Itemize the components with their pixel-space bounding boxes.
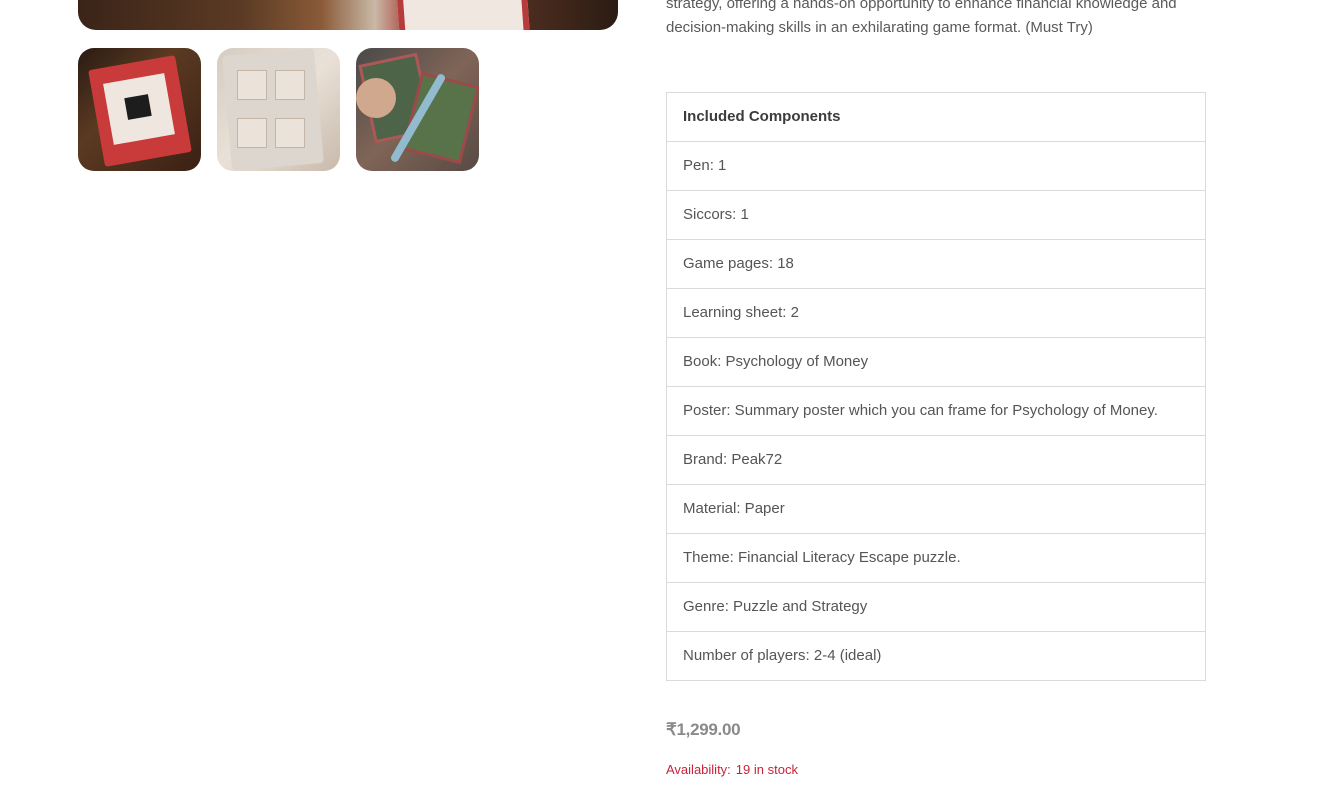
component-row: Learning sheet: 2 — [667, 289, 1205, 338]
components-header: Included Components — [667, 93, 1205, 142]
component-row: Number of players: 2-4 (ideal) — [683, 647, 882, 664]
component-row: Poster: Summary poster which you can fra… — [667, 387, 1205, 436]
thumbnail-2[interactable] — [217, 48, 340, 171]
component-row: Siccors: 1 — [667, 191, 1205, 240]
components-table: Included Components Pen: 1 Siccors: 1 Ga… — [666, 92, 1206, 681]
availability-value: 19 in stock — [735, 762, 798, 777]
component-row: Brand: Peak72 — [667, 436, 1205, 485]
thumbnail-1[interactable] — [78, 48, 201, 171]
component-row: Material: Paper — [667, 485, 1205, 534]
component-row: Genre: Puzzle and Strategy — [667, 583, 1205, 632]
availability-status: Availability: 19 in stock — [666, 762, 798, 777]
component-row: Pen: 1 — [667, 142, 1205, 191]
product-price: ₹1,299.00 — [666, 720, 741, 739]
component-row: Game pages: 18 — [667, 240, 1205, 289]
thumbnail-3[interactable] — [356, 48, 479, 171]
product-description: strategy, offering a hands-on opportunit… — [666, 0, 1177, 36]
main-image-card — [396, 0, 530, 30]
thumbnail-strip — [78, 48, 479, 171]
availability-label: Availability: — [666, 762, 731, 777]
component-row: Book: Psychology of Money — [667, 338, 1205, 387]
product-main-image[interactable] — [78, 0, 618, 30]
component-row: Theme: Financial Literacy Escape puzzle. — [667, 534, 1205, 583]
